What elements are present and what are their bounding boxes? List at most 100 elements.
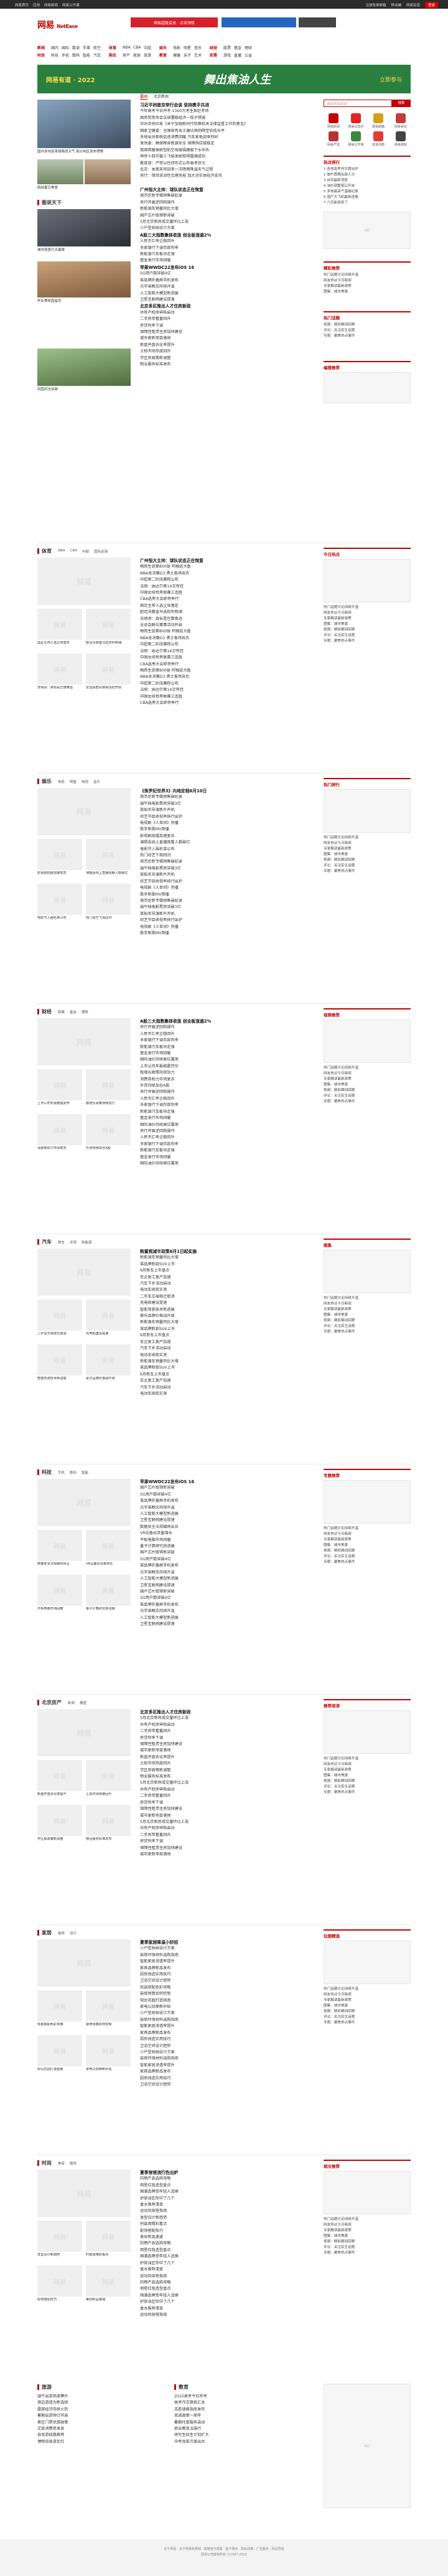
news-item[interactable]: 端午档电影票房突破3亿 (140, 866, 302, 872)
sidebar-item[interactable]: 视频：精彩瞬间回顾 (324, 322, 411, 328)
section-tile[interactable]: 网易 家电以旧换新补贴 (86, 2035, 131, 2076)
news-item[interactable]: 周边游成为新选择 (37, 2400, 143, 2406)
news-item[interactable]: 软装搭配色彩攻略 (140, 1985, 302, 1991)
news-item[interactable]: 国产芯片取得新突破 (140, 213, 302, 219)
news-item[interactable]: 基金发行市场回暖 (140, 1051, 302, 1057)
section-tab[interactable]: 基金 (70, 1009, 77, 1014)
nav-item[interactable]: 游戏 (223, 52, 234, 58)
news-item[interactable]: 国务院常务会议部署稳经济一揽子措施 (140, 115, 302, 121)
sidebar-item[interactable]: 评论：关注民生话题 (324, 2015, 411, 2020)
hot-item[interactable]: 1 各地高考作文题出炉 (324, 167, 411, 172)
news-item[interactable]: 职业教育法施行 (174, 2426, 299, 2432)
section-headline[interactable]: 北京多区推出人才住房新政 (140, 1709, 302, 1715)
news-item[interactable]: 汽车下乡活动启动 (140, 1281, 302, 1287)
news-item[interactable]: 明星红毯造型盘点 (140, 2183, 302, 2189)
nav-item[interactable]: NBA (123, 45, 133, 50)
nav-category[interactable]: 时尚 (37, 52, 51, 58)
news-item[interactable]: 端午出游热度攀升 (37, 2394, 143, 2400)
section-tab[interactable]: 数码 (70, 1470, 77, 1475)
app-link[interactable]: 网易考拉 (391, 113, 411, 129)
section-tile[interactable]: 网易 国足主帅人选尘埃落定 (37, 609, 82, 650)
app-link[interactable]: 网易新闻 (324, 113, 343, 129)
sidebar-image[interactable] (324, 372, 411, 403)
news-item[interactable]: 人工智能大模型新进展 (140, 1511, 302, 1517)
news-item[interactable]: 苏炳添：目标是巴黎奥运 (140, 616, 302, 622)
news-item[interactable]: 基金发行市场回暖 (140, 258, 302, 264)
news-item[interactable]: 香水推荐清单 (140, 2306, 302, 2312)
news-item[interactable]: 家具品牌新品发布 (140, 2030, 302, 2036)
section-tile[interactable]: 网易 土拍市场热度回升 (86, 1760, 131, 1801)
sidebar-image[interactable] (324, 1480, 411, 1524)
section-tile[interactable]: 网易 消费券助力市场复苏 (37, 1114, 82, 1155)
news-item[interactable]: 某品牌新款SUV上市 (140, 1262, 302, 1268)
banner-right-text[interactable]: 立即参与 (380, 75, 402, 83)
news-item[interactable]: 国家卫健委：全国现有本土确诊病例降至较低水平 (140, 128, 302, 134)
sidebar-item[interactable]: 专家解读最新政策 (324, 1307, 411, 1313)
news-item[interactable]: 卫星互联网建设提速 (140, 297, 302, 303)
nav-category[interactable]: 购车 (109, 52, 123, 58)
news-item[interactable]: 人民币汇率企稳回升 (140, 1135, 302, 1141)
news-headline[interactable]: 广州恒大主帅：球队状态正在恢复 (140, 187, 302, 193)
nav-item[interactable]: 音乐 (194, 45, 205, 50)
section-tab[interactable]: 中超 (82, 549, 89, 554)
news-item[interactable]: 新能源汽车板块走强 (140, 1044, 302, 1051)
news-item[interactable]: 小户型收纳设计方案 (140, 2010, 302, 2016)
section-headline[interactable]: 购置税减半政策6月1日起实施 (140, 1248, 302, 1255)
news-item[interactable]: 某品牌折叠屏手机发布 (140, 1498, 302, 1504)
section-tab[interactable]: 理财 (82, 1009, 88, 1014)
news-item[interactable]: 卫浴空间设计趋势 (140, 2043, 302, 2049)
news-item[interactable]: 国际油价持续高位震荡 (140, 1057, 302, 1063)
feature-photo-caption[interactable]: 毕业季校园留念 (37, 299, 131, 304)
news-item[interactable]: 6月新车上市盘点 (140, 1372, 302, 1378)
news-item[interactable]: 梅西生涯第800球 阿根廷大胜 (140, 564, 302, 570)
section-tab[interactable]: CBA (70, 549, 77, 554)
news-item[interactable]: 热门综艺下周回归 (140, 853, 302, 859)
news-item[interactable]: 城市更新项目落地 (140, 1852, 302, 1858)
sidebar-item[interactable]: 热门话题讨论持续升温 (324, 1066, 411, 1071)
news-item[interactable]: 平板电脑市场回暖 (140, 1537, 302, 1543)
news-item[interactable]: 暑期出游预订开启 (37, 2413, 143, 2419)
news-item[interactable]: 5G用户数突破4亿 (140, 1492, 302, 1498)
header-ad-2[interactable] (222, 17, 296, 27)
news-item[interactable]: 国产芯片取得新突破 (140, 1589, 302, 1595)
news-item[interactable]: 综艺节目收视率排行出炉 (140, 879, 302, 885)
section-tile[interactable]: 网易 装修预算如何控制 (86, 1990, 131, 2031)
topbar-link[interactable]: 网易新闻 (44, 2, 58, 7)
news-item[interactable]: 房贷利率下调 (140, 323, 302, 329)
sidebar-item[interactable]: 热门话题讨论持续升温 (324, 1756, 411, 1762)
login-button[interactable]: 登录 (424, 2, 438, 8)
nav-item[interactable]: 理财 (245, 45, 255, 50)
news-item[interactable]: 卫星互联网建设提速 (140, 1583, 302, 1589)
news-item[interactable]: 我国首艘弹射型航空母舰福建舰下水命名 (140, 148, 302, 154)
news-item[interactable]: 发改委：确保粮食能源安全 保障供应链稳定 (140, 141, 302, 147)
nav-item[interactable]: 家居 (133, 52, 144, 58)
news-item[interactable]: NBA总决赛G3 勇士客场告负 (140, 635, 302, 642)
news-item[interactable]: 香水推荐清单 (140, 2202, 302, 2208)
news-item[interactable]: 香水推荐清单 (140, 2267, 302, 2273)
news-item[interactable]: 电视剧《人世间》热播 (140, 885, 302, 891)
news-item[interactable]: 电动车续航实测 (140, 1391, 302, 1397)
search-button[interactable]: 搜索 (392, 100, 411, 107)
news-item[interactable]: 2022高考今日开考 (174, 2394, 299, 2400)
nav-category[interactable]: 体育 (109, 45, 123, 50)
section-tab[interactable]: 音乐 (93, 779, 100, 784)
sidebar-item[interactable]: 专题：聚焦热点事件 (324, 1099, 411, 1105)
news-item[interactable]: 自驾游线路推荐 (37, 2432, 143, 2438)
news-item[interactable]: VR设备出货量增长 (140, 1530, 302, 1537)
news-item[interactable]: 阳台花园打造指南 (140, 1998, 302, 2004)
news-item[interactable]: 房贷利率下调 (140, 1800, 302, 1806)
sidebar-item[interactable]: 热门话题讨论持续升温 (324, 835, 411, 841)
news-item[interactable]: 博物馆夜游走红 (37, 2439, 143, 2445)
news-item[interactable]: 国产芯片取得新突破 (140, 1485, 302, 1491)
nav-item[interactable]: 房产 (123, 52, 133, 58)
hot-item[interactable]: 7 六月新规来了 (324, 200, 411, 206)
sidebar-item[interactable]: 专家解读最新政策 (324, 284, 411, 289)
news-item[interactable]: 共有产权房申购启动 (140, 1825, 302, 1832)
news-item[interactable]: 国足主帅人选尘埃落定 (140, 603, 302, 609)
news-item[interactable]: 中国女排世界联赛三连胜 (140, 590, 302, 596)
nav-item[interactable]: 手机 (62, 52, 72, 58)
news-item[interactable]: 新能源汽车板块走强 (140, 1148, 302, 1154)
app-link[interactable]: 网易云音乐 (346, 113, 366, 129)
thumb-photo[interactable] (85, 159, 131, 184)
sidebar-item[interactable]: 热门话题讨论持续升温 (324, 1296, 411, 1301)
